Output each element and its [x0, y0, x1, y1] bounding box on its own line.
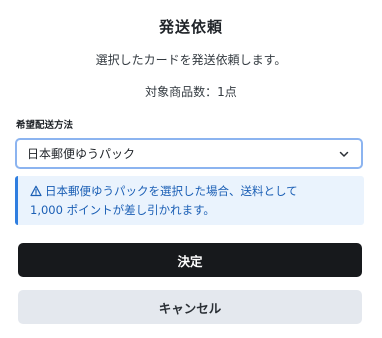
notice-line-2: 1,000 ポイントが差し引かれます。 — [30, 203, 215, 217]
shipping-request-dialog: 発送依頼 選択したカードを発送依頼します。 対象商品数：1点 希望配送方法 日本… — [0, 0, 382, 338]
warning-triangle-icon — [30, 185, 42, 202]
chevron-down-icon — [337, 147, 351, 161]
shipping-method-select[interactable]: 日本郵便ゆうパック — [15, 138, 363, 169]
dialog-description: 選択したカードを発送依頼します。 — [95, 53, 287, 67]
cancel-button[interactable]: キャンセル — [18, 290, 362, 324]
shipping-method-value: 日本郵便ゆうパック — [27, 147, 136, 161]
item-count: 対象商品数：1点 — [145, 85, 237, 99]
dialog-title: 発送依頼 — [158, 18, 223, 36]
shipping-method-label: 希望配送方法 — [16, 120, 74, 131]
shipping-fee-notice: 日本郵便ゆうパックを選択した場合、送料として 1,000 ポイントが差し引かれま… — [15, 176, 364, 225]
notice-line-1: 日本郵便ゆうパックを選択した場合、送料として — [45, 184, 298, 198]
confirm-button[interactable]: 決定 — [18, 243, 362, 277]
